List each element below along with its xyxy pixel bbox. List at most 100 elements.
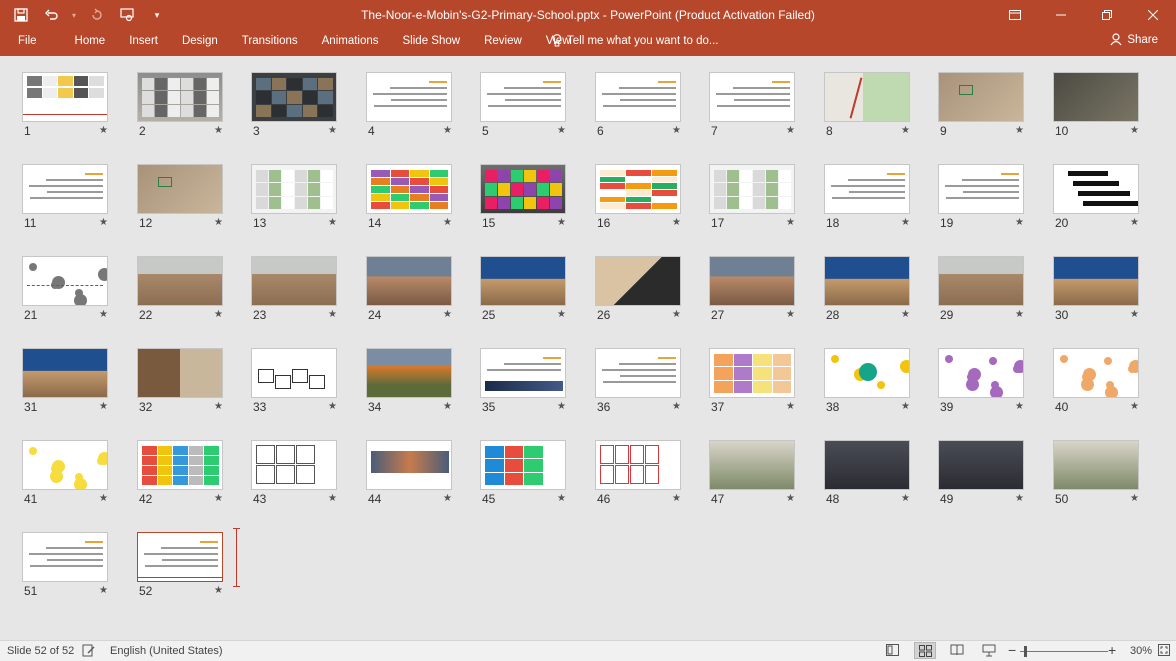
transition-star-icon[interactable]: ★	[557, 125, 566, 136]
transition-star-icon[interactable]: ★	[214, 125, 223, 136]
chevron-down-icon[interactable]: ▾	[70, 4, 78, 26]
transition-star-icon[interactable]: ★	[672, 125, 681, 136]
zoom-out-button[interactable]: −	[1008, 642, 1016, 658]
transition-star-icon[interactable]: ★	[328, 125, 337, 136]
slide-thumbnail[interactable]: 44 ★	[366, 440, 454, 506]
transition-star-icon[interactable]: ★	[99, 401, 108, 412]
slide-preview[interactable]	[366, 72, 452, 122]
slide-thumbnail[interactable]: 39 ★	[938, 348, 1026, 414]
transition-star-icon[interactable]: ★	[443, 125, 452, 136]
slide-thumbnail[interactable]: 14 ★	[366, 164, 454, 230]
slide-preview[interactable]	[22, 72, 108, 122]
slide-thumbnail[interactable]: 12 ★	[137, 164, 225, 230]
transition-star-icon[interactable]: ★	[1130, 309, 1139, 320]
undo-icon[interactable]	[40, 4, 62, 26]
transition-star-icon[interactable]: ★	[1015, 217, 1024, 228]
reading-view-icon[interactable]	[950, 644, 964, 659]
transition-star-icon[interactable]: ★	[557, 217, 566, 228]
transition-star-icon[interactable]: ★	[328, 401, 337, 412]
slide-thumbnail[interactable]: 35 ★	[480, 348, 568, 414]
slide-preview[interactable]	[366, 164, 452, 214]
slide-thumbnail[interactable]: 8 ★	[824, 72, 912, 138]
slide-thumbnail[interactable]: 40 ★	[1053, 348, 1141, 414]
slide-thumbnail[interactable]: 3 ★	[251, 72, 339, 138]
slide-thumbnail[interactable]: 7 ★	[709, 72, 797, 138]
transition-star-icon[interactable]: ★	[328, 493, 337, 504]
slide-preview[interactable]	[709, 164, 795, 214]
slide-preview[interactable]	[137, 348, 223, 398]
transition-star-icon[interactable]: ★	[672, 217, 681, 228]
tab-design[interactable]: Design	[170, 30, 230, 56]
zoom-slider[interactable]	[1020, 651, 1108, 652]
slide-thumbnail[interactable]: 2 ★	[137, 72, 225, 138]
transition-star-icon[interactable]: ★	[99, 493, 108, 504]
slide-preview[interactable]	[595, 256, 681, 306]
transition-star-icon[interactable]: ★	[1130, 217, 1139, 228]
slide-thumbnail[interactable]: 26 ★	[595, 256, 683, 322]
zoom-level[interactable]: 30%	[1130, 645, 1152, 657]
transition-star-icon[interactable]: ★	[786, 493, 795, 504]
slide-preview[interactable]	[709, 348, 795, 398]
transition-star-icon[interactable]: ★	[214, 585, 223, 596]
slide-thumbnail[interactable]: 22 ★	[137, 256, 225, 322]
transition-star-icon[interactable]: ★	[1015, 125, 1024, 136]
tab-transitions[interactable]: Transitions	[230, 30, 310, 56]
slide-thumbnail[interactable]: 20 ★	[1053, 164, 1141, 230]
slide-preview[interactable]	[251, 72, 337, 122]
slide-preview[interactable]	[938, 348, 1024, 398]
transition-star-icon[interactable]: ★	[214, 493, 223, 504]
zoom-in-button[interactable]: +	[1108, 642, 1116, 658]
slide-thumbnail[interactable]: 30 ★	[1053, 256, 1141, 322]
slide-thumbnail[interactable]: 34 ★	[366, 348, 454, 414]
slide-thumbnail[interactable]: 52 ★	[137, 532, 225, 598]
slide-thumbnail[interactable]: 21 ★	[22, 256, 110, 322]
transition-star-icon[interactable]: ★	[901, 493, 910, 504]
save-icon[interactable]	[10, 4, 32, 26]
slide-preview[interactable]	[1053, 440, 1139, 490]
slide-preview[interactable]	[938, 72, 1024, 122]
redo-icon[interactable]	[86, 4, 108, 26]
transition-star-icon[interactable]: ★	[443, 217, 452, 228]
transition-star-icon[interactable]: ★	[214, 217, 223, 228]
transition-star-icon[interactable]: ★	[901, 309, 910, 320]
slide-preview[interactable]	[480, 348, 566, 398]
slide-thumbnail[interactable]: 42 ★	[137, 440, 225, 506]
zoom-slider-thumb[interactable]	[1024, 646, 1027, 657]
minimize-icon[interactable]	[1038, 0, 1084, 30]
slide-thumbnail[interactable]: 11 ★	[22, 164, 110, 230]
slide-show-icon[interactable]	[982, 644, 996, 660]
tell-me-box[interactable]: Tell me what you want to do...	[552, 34, 719, 47]
slide-preview[interactable]	[595, 72, 681, 122]
tab-review[interactable]: Review	[472, 30, 534, 56]
transition-star-icon[interactable]: ★	[1015, 493, 1024, 504]
slide-preview[interactable]	[595, 440, 681, 490]
slide-preview[interactable]	[824, 164, 910, 214]
slide-preview[interactable]	[366, 348, 452, 398]
slide-preview[interactable]	[366, 256, 452, 306]
slide-thumbnail[interactable]: 10 ★	[1053, 72, 1141, 138]
slide-thumbnail[interactable]: 23 ★	[251, 256, 339, 322]
transition-star-icon[interactable]: ★	[1015, 401, 1024, 412]
slide-preview[interactable]	[137, 72, 223, 122]
slide-thumbnail[interactable]: 48 ★	[824, 440, 912, 506]
tab-animations[interactable]: Animations	[310, 30, 391, 56]
share-button[interactable]: Share	[1110, 33, 1158, 46]
tab-file[interactable]: File	[0, 30, 55, 56]
touch-mode-icon[interactable]	[116, 4, 138, 26]
slide-preview[interactable]	[1053, 256, 1139, 306]
slide-preview[interactable]	[1053, 164, 1139, 214]
transition-star-icon[interactable]: ★	[99, 585, 108, 596]
transition-star-icon[interactable]: ★	[214, 401, 223, 412]
transition-star-icon[interactable]: ★	[557, 401, 566, 412]
proofing-icon[interactable]	[82, 644, 95, 660]
slide-preview[interactable]	[709, 256, 795, 306]
slide-thumbnail[interactable]: 43 ★	[251, 440, 339, 506]
close-icon[interactable]	[1130, 0, 1176, 30]
slide-preview[interactable]	[137, 164, 223, 214]
slide-preview[interactable]	[22, 348, 108, 398]
slide-preview[interactable]	[137, 532, 223, 582]
slide-preview[interactable]	[938, 256, 1024, 306]
fit-slide-icon[interactable]	[1158, 644, 1170, 659]
slide-thumbnail[interactable]: 37 ★	[709, 348, 797, 414]
slide-thumbnail[interactable]: 38 ★	[824, 348, 912, 414]
